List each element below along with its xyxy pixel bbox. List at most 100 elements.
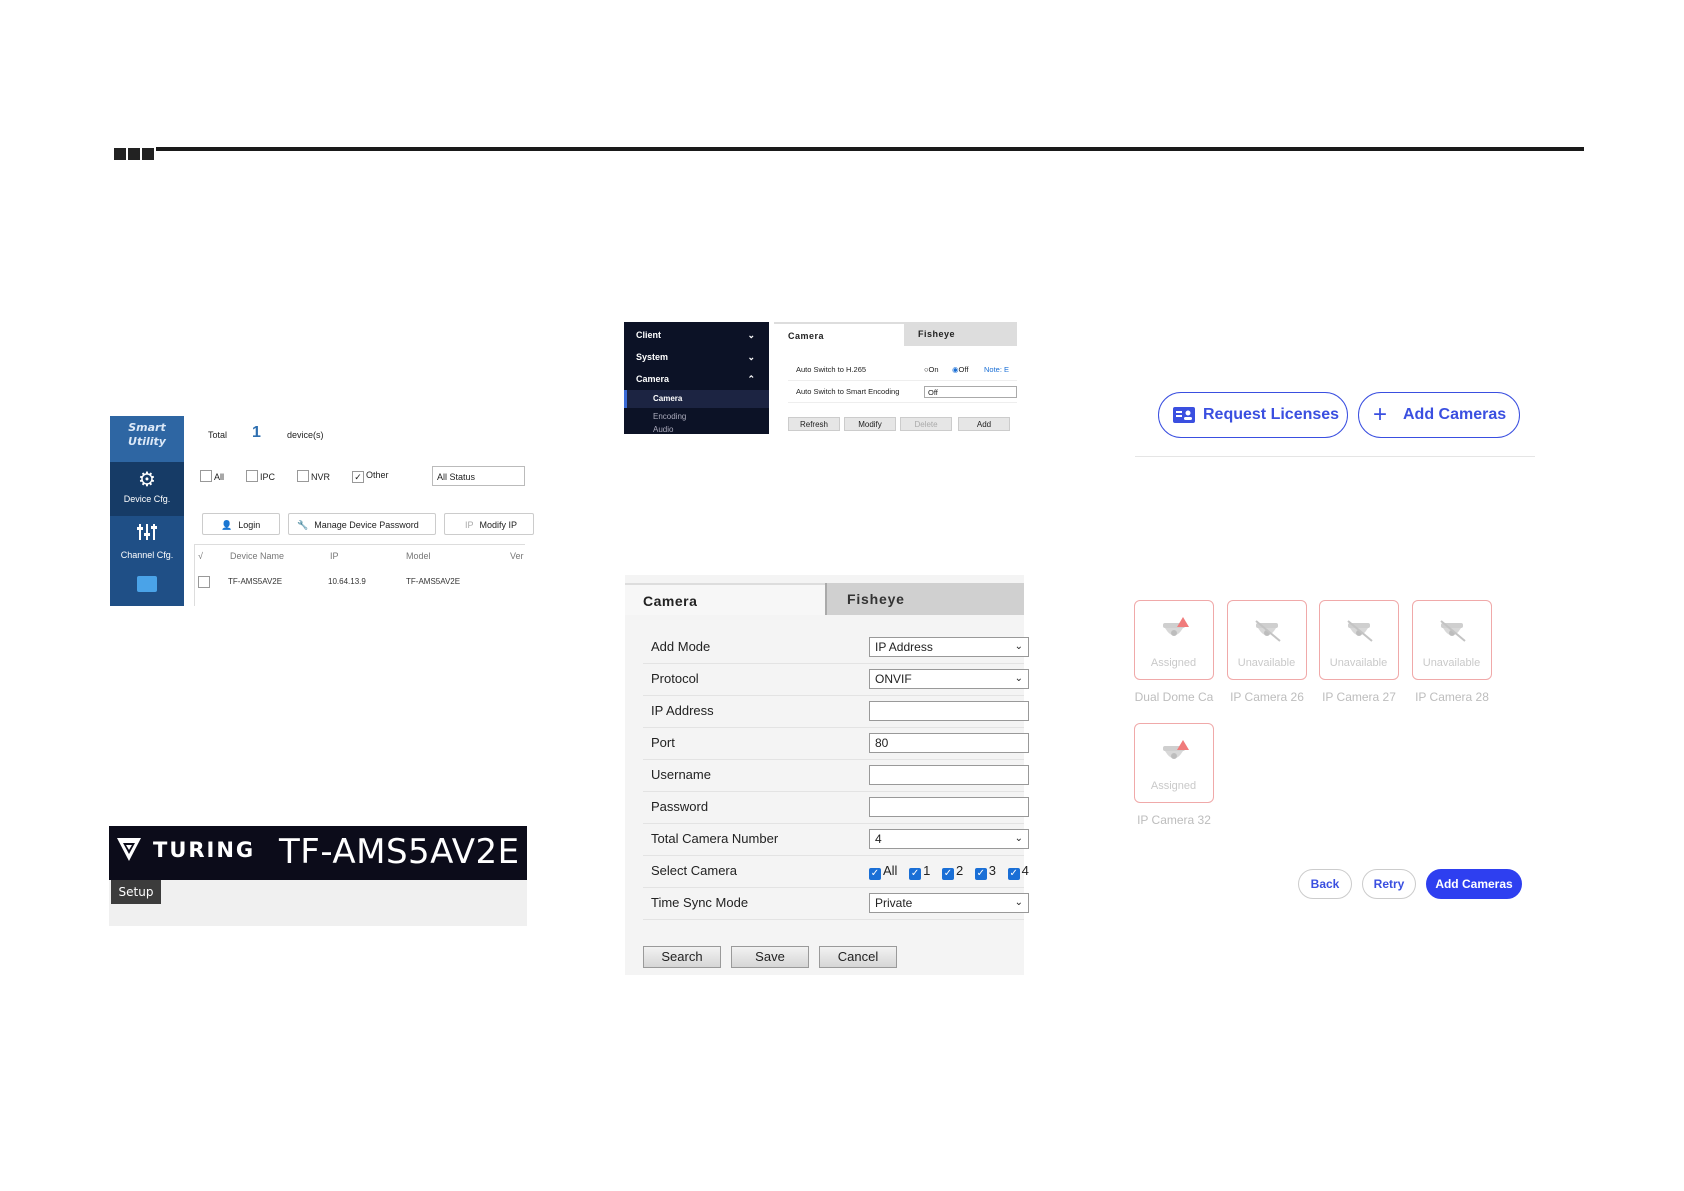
wrench-icon: 🔧 (297, 520, 309, 530)
tile-camera-name: Dual Dome Ca (1134, 690, 1214, 704)
sidebar-item-channel-cfg[interactable]: Channel Cfg. (110, 516, 184, 570)
password-input[interactable] (869, 797, 1029, 817)
column-model[interactable]: Model (406, 551, 431, 561)
app-logo: Smart Utility (110, 416, 184, 462)
menu-client[interactable]: Client ⌄ (624, 324, 769, 346)
tab-fisheye[interactable]: Fisheye (904, 322, 1017, 346)
cell-device-name: TF-AMS5AV2E (228, 577, 283, 586)
tile-status: Assigned (1150, 780, 1197, 792)
camera-tile[interactable]: Unavailable (1227, 600, 1307, 680)
username-input[interactable] (869, 765, 1029, 785)
add-cameras-top-button[interactable]: + Add Cameras (1358, 392, 1520, 438)
camera-tile[interactable]: Assigned (1134, 600, 1214, 680)
devices-label: device(s) (287, 430, 324, 440)
sidebar: Smart Utility ⚙ Device Cfg. Channel Cfg. (110, 416, 184, 606)
config-content: Camera Fisheye Auto Switch to H.265 ○On … (774, 322, 1017, 434)
tile-status: Unavailable (1422, 657, 1481, 669)
add-button[interactable]: Add (958, 417, 1010, 431)
checkbox-checked[interactable]: ✓ (352, 471, 365, 483)
radio-off[interactable]: ◉Off (952, 360, 968, 380)
brand-name: TURING (153, 838, 256, 862)
submenu-audio[interactable]: Audio (624, 426, 769, 434)
menu-camera[interactable]: Camera ⌃ (624, 368, 769, 390)
checkbox-camera-3[interactable]: ✓ 3 (974, 863, 996, 880)
total-camera-number-select[interactable]: 4 ⌄ (869, 829, 1029, 849)
sliders-icon (110, 516, 184, 548)
checkbox[interactable] (297, 470, 310, 482)
ip-icon: IP (465, 520, 474, 530)
menu-system[interactable]: System ⌄ (624, 346, 769, 368)
port-input[interactable]: 80 (869, 733, 1029, 753)
column-ip[interactable]: IP (330, 551, 339, 561)
checkbox-camera-1[interactable]: ✓ 1 (909, 863, 930, 880)
submenu-encoding[interactable]: Encoding (624, 408, 769, 426)
time-sync-mode-row: Time Sync Mode Private ⌄ (643, 887, 1029, 920)
column-check[interactable]: √ (198, 551, 203, 561)
save-button[interactable]: Save (731, 946, 809, 968)
protocol-select[interactable]: ONVIF ⌄ (869, 669, 1029, 689)
login-button[interactable]: 👤 Login (202, 513, 280, 535)
checkbox-all[interactable]: ✓ All (869, 863, 897, 880)
checkbox[interactable] (246, 470, 259, 482)
add-cameras-button[interactable]: Add Cameras (1426, 869, 1522, 899)
checkbox-camera-4[interactable]: ✓ 4 (1007, 863, 1029, 880)
user-icon: 👤 (221, 520, 233, 530)
smart-encoding-select[interactable]: Off (924, 386, 1017, 398)
tab-camera[interactable]: Camera (625, 583, 825, 615)
camera-tile[interactable]: Unavailable (1319, 600, 1399, 680)
chevron-down-icon: ⌄ (747, 352, 755, 362)
select-camera-row: Select Camera ✓ All ✓ 1 ✓ 2 ✓ 3 ✓ 4 (643, 855, 1029, 888)
filter-ipc[interactable]: IPC (246, 470, 275, 483)
column-version[interactable]: Ver (510, 551, 524, 561)
delete-button[interactable]: Delete (900, 417, 952, 431)
refresh-button[interactable]: Refresh (788, 417, 840, 431)
add-camera-form: Camera Fisheye Add Mode IP Address ⌄ Prot… (625, 575, 1029, 975)
tile-camera-name: IP Camera 28 (1415, 690, 1489, 704)
tab-fisheye[interactable]: Fisheye (825, 583, 1024, 615)
checkbox-camera-2[interactable]: ✓ 2 (941, 863, 963, 880)
column-device-name[interactable]: Device Name (230, 551, 284, 561)
document-icon[interactable] (137, 576, 157, 592)
camera-tile[interactable]: Unavailable (1412, 600, 1492, 680)
row-checkbox[interactable] (198, 576, 210, 588)
chevron-down-icon: ⌄ (1014, 833, 1023, 844)
search-button[interactable]: Search (643, 946, 721, 968)
tile-camera-name: IP Camera 27 (1322, 690, 1396, 704)
setup-tab[interactable]: Setup (111, 880, 161, 904)
retry-button[interactable]: Retry (1362, 869, 1416, 899)
cancel-button[interactable]: Cancel (819, 946, 897, 968)
username-row: Username (643, 759, 1029, 792)
chevron-down-icon: ⌄ (1014, 641, 1023, 652)
radio-on[interactable]: ○On (924, 360, 939, 380)
turing-web-header: TURING TF-AMS5AV2E M Setup (109, 826, 527, 926)
turing-logo-icon (117, 838, 141, 861)
camera-tile[interactable]: Assigned (1134, 723, 1214, 803)
ip-address-input[interactable] (869, 701, 1029, 721)
port-row: Port 80 (643, 727, 1029, 760)
chevron-down-icon: ⌄ (1014, 897, 1023, 908)
header-rule (156, 147, 1584, 151)
filter-other[interactable]: ✓ Other (352, 470, 389, 483)
ip-address-row: IP Address (643, 695, 1029, 728)
modify-ip-button[interactable]: IP Modify IP (444, 513, 534, 535)
back-button[interactable]: Back (1298, 869, 1352, 899)
modify-button[interactable]: Modify (844, 417, 896, 431)
sidebar-item-device-cfg[interactable]: ⚙ Device Cfg. (110, 462, 184, 516)
filter-all[interactable]: All (200, 470, 224, 483)
chevron-up-icon: ⌃ (747, 374, 755, 384)
tab-camera[interactable]: Camera (774, 322, 904, 346)
divider (194, 544, 195, 606)
time-sync-mode-select[interactable]: Private ⌄ (869, 893, 1029, 913)
add-mode-select[interactable]: IP Address ⌄ (869, 637, 1029, 657)
smart-encoding-row: Auto Switch to Smart Encoding Off (788, 382, 1017, 403)
manage-password-button[interactable]: 🔧 Manage Device Password (288, 513, 436, 535)
divider (194, 544, 525, 545)
request-licenses-button[interactable]: Request Licenses (1158, 392, 1348, 438)
plus-icon: + (1373, 401, 1388, 428)
status-select[interactable]: All Status (432, 466, 525, 486)
filter-nvr[interactable]: NVR (297, 470, 330, 483)
cell-model: TF-AMS5AV2E (406, 577, 461, 586)
submenu-camera[interactable]: Camera (624, 390, 769, 408)
checkbox[interactable] (200, 470, 212, 482)
chevron-down-icon: ⌄ (1014, 673, 1023, 684)
